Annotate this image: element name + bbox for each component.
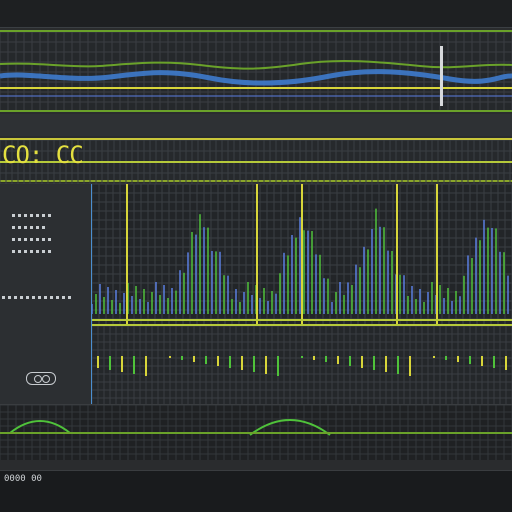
side-row [12,214,48,229]
toggle-icon[interactable] [26,372,56,385]
status-text: 0000 00 [4,474,42,484]
top-toolbar [0,0,512,28]
main-plot[interactable] [92,184,512,324]
bottom-strip-svg [0,405,512,460]
side-row [12,238,54,253]
divider-strip [0,114,512,136]
playhead[interactable] [440,46,443,106]
main-plot-svg [92,184,512,324]
side-row [12,202,54,217]
bottom-strip [0,404,512,460]
side-row [12,226,54,241]
timeline-svg [0,32,512,110]
status-bar [0,470,512,512]
side-panel [0,184,92,424]
side-row [2,284,74,299]
timeline-strip[interactable] [0,30,512,112]
channel-label: CO: CC [2,141,84,169]
